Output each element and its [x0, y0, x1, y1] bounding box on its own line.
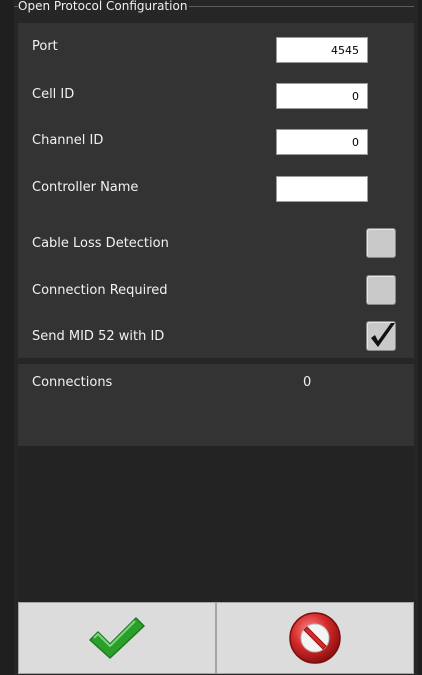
empty-area [18, 446, 414, 602]
open-protocol-configuration-window: Open Protocol Configuration Port Cell ID… [14, 0, 418, 675]
cell-id-label: Cell ID [32, 87, 75, 102]
cable-loss-detection-label: Cable Loss Detection [32, 236, 169, 251]
cable-loss-detection-row: Cable Loss Detection [18, 226, 414, 260]
button-bar [14, 602, 414, 675]
ok-button[interactable] [18, 602, 216, 674]
connection-required-label: Connection Required [32, 283, 168, 298]
checkmark-icon [89, 617, 145, 659]
connection-required-checkbox[interactable] [366, 275, 396, 305]
channel-id-row: Channel ID [18, 129, 414, 163]
cancel-button[interactable] [216, 602, 414, 674]
connections-count: 0 [303, 375, 312, 390]
connection-required-row: Connection Required [18, 273, 414, 307]
port-input[interactable] [276, 37, 368, 63]
cell-id-input[interactable] [276, 83, 368, 109]
settings-panel: Port Cell ID Channel ID Controller Name … [18, 23, 414, 358]
controller-name-row: Controller Name [18, 175, 414, 209]
port-label: Port [32, 39, 58, 54]
port-row: Port [18, 37, 414, 71]
send-mid52-checkbox[interactable] [366, 321, 396, 351]
send-mid52-label: Send MID 52 with ID [32, 329, 165, 344]
channel-id-label: Channel ID [32, 133, 104, 148]
configuration-groupbox: Open Protocol Configuration Port Cell ID… [14, 0, 414, 359]
groupbox-title: Open Protocol Configuration [18, 0, 190, 13]
send-mid52-row: Send MID 52 with ID [18, 319, 414, 353]
channel-id-input[interactable] [276, 129, 368, 155]
controller-name-label: Controller Name [32, 180, 139, 195]
cell-id-row: Cell ID [18, 83, 414, 117]
connections-label: Connections [32, 375, 113, 390]
controller-name-input[interactable] [276, 176, 368, 202]
connections-panel: Connections 0 [18, 364, 414, 446]
checkmark-icon [371, 323, 395, 347]
cable-loss-detection-checkbox[interactable] [366, 228, 396, 258]
no-entry-icon [289, 612, 341, 664]
